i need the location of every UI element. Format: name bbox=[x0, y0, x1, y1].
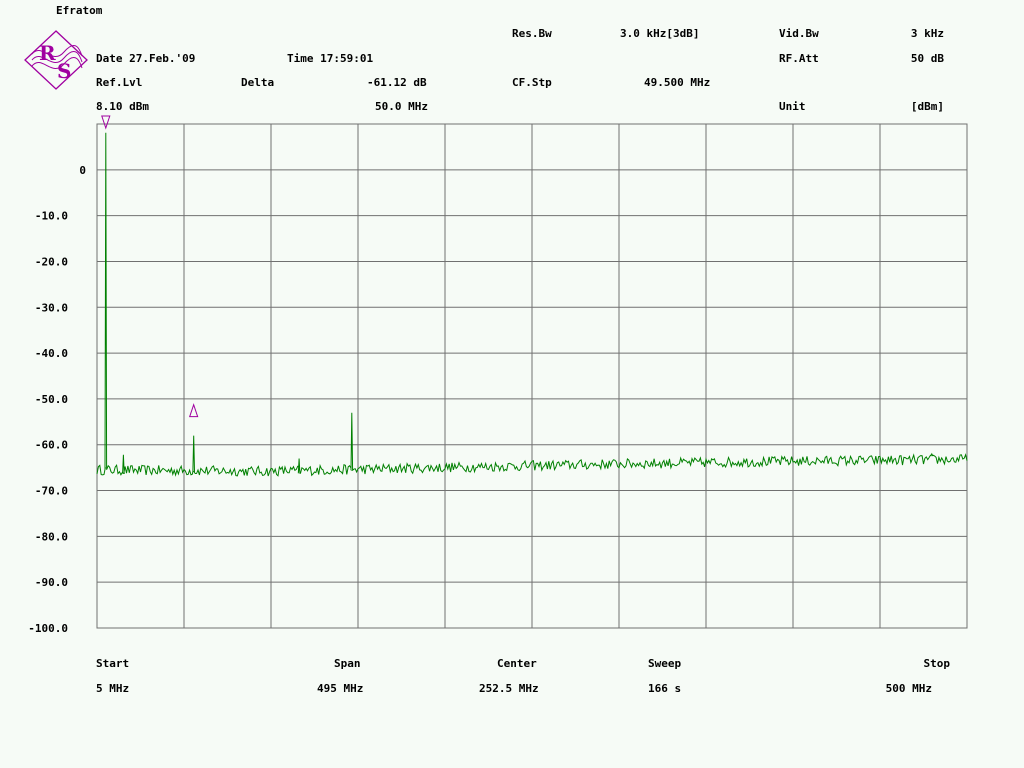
y-tick-labels: 0 -10.0 -20.0 -30.0 -40.0 -50.0 -60.0 -70.0 -80.… bbox=[28, 164, 86, 635]
span-label: Span bbox=[334, 657, 361, 670]
span-value: 495 MHz bbox=[317, 682, 364, 695]
y-tick-label: -60.0 bbox=[35, 439, 68, 452]
y-tick-label: -90.0 bbox=[35, 576, 68, 589]
spectrum-plot: 0 -10.0 -20.0 -30.0 -40.0 -50.0 -60.0 -70.0 -80.… bbox=[28, 115, 968, 635]
reference-marker bbox=[101, 115, 111, 130]
markers bbox=[101, 115, 199, 418]
y-tick-label: -80.0 bbox=[35, 530, 68, 543]
y-tick-label: -30.0 bbox=[35, 301, 68, 314]
grid bbox=[96, 123, 968, 629]
y-tick-label: -50.0 bbox=[35, 393, 68, 406]
center-value: 252.5 MHz bbox=[479, 682, 539, 695]
center-label: Center bbox=[497, 657, 537, 670]
stop-value: 500 MHz bbox=[885, 682, 932, 695]
y-tick-label: -20.0 bbox=[35, 255, 68, 268]
start-value: 5 MHz bbox=[96, 682, 130, 695]
y-tick-label: -40.0 bbox=[35, 347, 68, 360]
y-tick-label: -10.0 bbox=[35, 210, 68, 223]
sweep-value: 166 s bbox=[648, 682, 682, 695]
start-label: Start bbox=[96, 657, 130, 670]
y-tick-label: -100.0 bbox=[28, 622, 68, 635]
sweep-label: Sweep bbox=[648, 657, 682, 670]
y-tick-label: 0 bbox=[79, 164, 86, 177]
stop-label: Stop bbox=[923, 657, 951, 670]
delta-marker bbox=[188, 403, 199, 418]
y-tick-label: -70.0 bbox=[35, 485, 68, 498]
